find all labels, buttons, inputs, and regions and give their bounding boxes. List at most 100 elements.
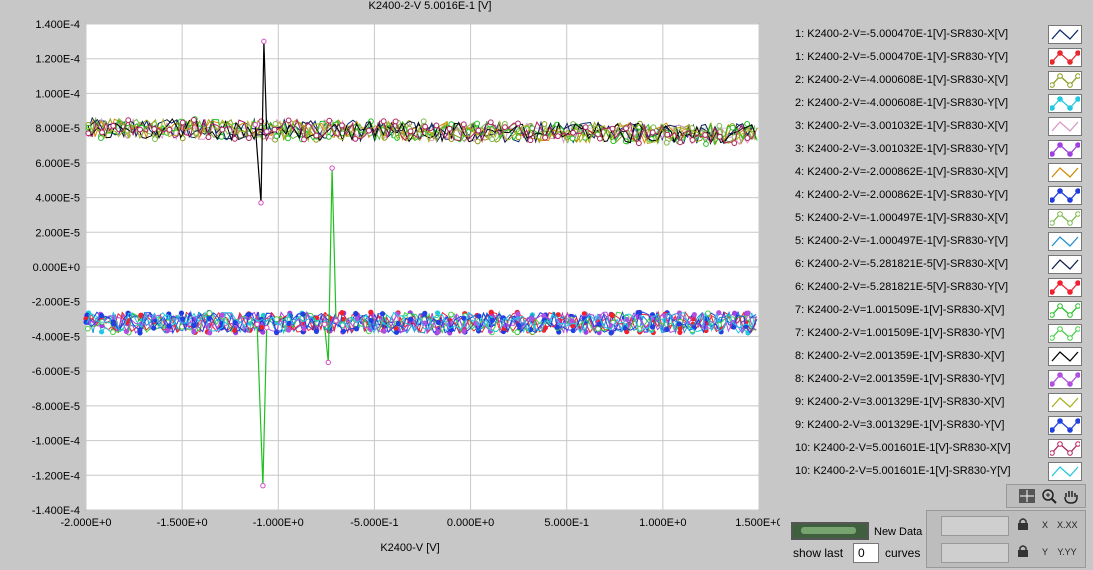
spike-marker xyxy=(261,38,267,45)
legend-swatch[interactable] xyxy=(1048,71,1082,90)
legend-item[interactable]: 5: K2400-2-V=-1.000497E-1[V]-SR830-Y[V] xyxy=(787,231,1083,254)
y-tick-label: -8.000E-5 xyxy=(32,401,80,413)
legend-swatch[interactable] xyxy=(1048,232,1082,251)
series-marker xyxy=(84,325,91,332)
y-format-label: Y.YY xyxy=(1057,547,1077,557)
legend-item[interactable]: 9: K2400-2-V=3.001329E-1[V]-SR830-X[V] xyxy=(787,392,1083,415)
series-marker xyxy=(246,311,252,318)
y-autoscale-icon[interactable]: Y xyxy=(1035,544,1055,560)
series-marker xyxy=(649,129,656,136)
plot-area[interactable]: -2.000E+0 -1.500E+0 -1.000E+0 -5.000E-1 0.00… xyxy=(0,0,780,570)
series-marker xyxy=(285,327,292,333)
legend-item[interactable]: 6: K2400-2-V=-5.281821E-5[V]-SR830-X[V] xyxy=(787,254,1083,277)
y-tick-label: -4.000E-5 xyxy=(32,331,80,343)
series-marker xyxy=(137,126,143,133)
legend-label: 9: K2400-2-V=3.001329E-1[V]-SR830-Y[V] xyxy=(795,419,1005,431)
legend-item[interactable]: 1: K2400-2-V=-5.000470E-1[V]-SR830-Y[V] xyxy=(787,47,1083,70)
x-lock-icon[interactable] xyxy=(1013,517,1033,533)
legend-swatch[interactable] xyxy=(1048,393,1082,412)
series-marker xyxy=(569,135,576,142)
legend-item[interactable]: 2: K2400-2-V=-4.000608E-1[V]-SR830-X[V] xyxy=(787,70,1083,93)
legend-item[interactable]: 2: K2400-2-V=-4.000608E-1[V]-SR830-Y[V] xyxy=(787,93,1083,116)
series-marker xyxy=(191,117,197,123)
legend-item[interactable]: 8: K2400-2-V=2.001359E-1[V]-SR830-Y[V] xyxy=(787,369,1083,392)
legend-swatch[interactable] xyxy=(1048,186,1082,205)
y-lock-icon[interactable] xyxy=(1013,544,1033,560)
series-marker xyxy=(191,323,197,329)
pan-hand-icon[interactable] xyxy=(1061,488,1081,504)
legend-item[interactable]: 5: K2400-2-V=-1.000497E-1[V]-SR830-X[V] xyxy=(787,208,1083,231)
series-marker xyxy=(554,324,560,330)
legend-swatch[interactable] xyxy=(1048,48,1082,67)
zoom-icon[interactable] xyxy=(1039,488,1059,504)
series-marker xyxy=(676,321,682,327)
legend-swatch[interactable] xyxy=(1048,117,1082,136)
spike-marker xyxy=(254,321,260,327)
legend-swatch[interactable] xyxy=(1048,140,1082,159)
y-tick-label: 1.200E-4 xyxy=(35,54,80,66)
legend-swatch[interactable] xyxy=(1048,301,1082,320)
series-marker xyxy=(166,126,173,133)
series-marker xyxy=(422,310,428,316)
legend-item[interactable]: 1: K2400-2-V=-5.000470E-1[V]-SR830-X[V] xyxy=(787,24,1083,47)
series-marker xyxy=(475,127,482,134)
legend-item[interactable]: 4: K2400-2-V=-2.000862E-1[V]-SR830-X[V] xyxy=(787,162,1083,185)
x-format-icon[interactable]: X.XX xyxy=(1057,517,1078,533)
legend-label: 1: K2400-2-V=-5.000470E-1[V]-SR830-Y[V] xyxy=(795,51,1009,63)
series-marker xyxy=(365,127,372,134)
series-marker xyxy=(541,313,547,319)
new-data-indicator xyxy=(791,522,869,540)
legend-item[interactable]: 6: K2400-2-V=-5.281821E-5[V]-SR830-Y[V] xyxy=(787,277,1083,300)
series-marker xyxy=(285,117,292,124)
legend-item[interactable]: 3: K2400-2-V=-3.001032E-1[V]-SR830-Y[V] xyxy=(787,139,1083,162)
legend-swatch[interactable] xyxy=(1048,209,1082,228)
y-tick-label: 6.000E-5 xyxy=(35,158,80,170)
legend-swatch[interactable] xyxy=(1048,370,1082,389)
x-tick-label: 5.000E-1 xyxy=(544,517,589,529)
series-marker xyxy=(352,135,359,142)
spike-marker xyxy=(264,128,270,135)
legend-item[interactable]: 9: K2400-2-V=3.001329E-1[V]-SR830-Y[V] xyxy=(787,415,1083,438)
series-marker xyxy=(703,141,709,147)
legend-swatch[interactable] xyxy=(1048,163,1082,182)
series-marker xyxy=(716,122,723,129)
series-marker xyxy=(325,134,332,140)
legend-swatch[interactable] xyxy=(1048,278,1082,297)
legend-swatch[interactable] xyxy=(1048,347,1082,366)
legend-item[interactable]: 10: K2400-2-V=5.001601E-1[V]-SR830-X[V] xyxy=(787,438,1083,461)
y-tick-label: -1.200E-4 xyxy=(32,470,80,482)
legend-swatch[interactable] xyxy=(1048,416,1082,435)
legend-item[interactable]: 8: K2400-2-V=2.001359E-1[V]-SR830-X[V] xyxy=(787,346,1083,369)
series-marker xyxy=(206,310,213,317)
x-autoscale-icon[interactable]: X xyxy=(1035,517,1055,533)
series-marker xyxy=(663,139,670,146)
legend-label: 4: K2400-2-V=-2.000862E-1[V]-SR830-Y[V] xyxy=(795,189,1009,201)
y-tick-label: 0.000E+0 xyxy=(33,262,80,274)
y-scale-field[interactable] xyxy=(941,543,1009,563)
legend-item[interactable]: 4: K2400-2-V=-2.000862E-1[V]-SR830-Y[V] xyxy=(787,185,1083,208)
x-format-label: X.XX xyxy=(1057,520,1078,530)
series-marker xyxy=(392,118,399,125)
crosshair-icon[interactable] xyxy=(1017,488,1037,504)
y-tick-label: 2.000E-5 xyxy=(35,227,80,239)
spike-marker xyxy=(325,359,331,366)
legend-swatch[interactable] xyxy=(1048,25,1082,44)
series-marker xyxy=(85,130,92,137)
legend-swatch[interactable] xyxy=(1048,439,1082,458)
legend-label: 1: K2400-2-V=-5.000470E-1[V]-SR830-X[V] xyxy=(795,28,1009,40)
y-tick-label: -6.000E-5 xyxy=(32,366,80,378)
legend-item[interactable]: 7: K2400-2-V=1.001509E-1[V]-SR830-X[V] xyxy=(787,300,1083,323)
legend-item[interactable]: 7: K2400-2-V=1.001509E-1[V]-SR830-Y[V] xyxy=(787,323,1083,346)
series-marker xyxy=(339,310,345,316)
legend-item[interactable]: 10: K2400-2-V=5.001601E-1[V]-SR830-Y[V] xyxy=(787,461,1083,484)
legend-swatch[interactable] xyxy=(1048,462,1082,481)
show-last-input[interactable]: 0 xyxy=(853,543,879,563)
series-marker xyxy=(650,124,657,131)
legend-swatch[interactable] xyxy=(1048,94,1082,113)
legend-swatch[interactable] xyxy=(1048,324,1082,343)
series-marker xyxy=(98,312,105,319)
x-scale-field[interactable] xyxy=(941,516,1009,536)
legend-swatch[interactable] xyxy=(1048,255,1082,274)
legend-item[interactable]: 3: K2400-2-V=-3.001032E-1[V]-SR830-X[V] xyxy=(787,116,1083,139)
y-format-icon[interactable]: Y.YY xyxy=(1057,544,1077,560)
